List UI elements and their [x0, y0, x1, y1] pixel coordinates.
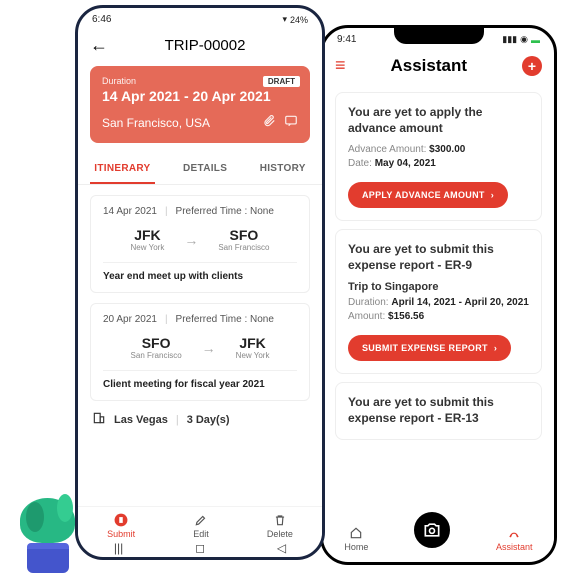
- amount-row: Amount: $156.56: [348, 311, 529, 322]
- trip-location: San Francisco, USA: [102, 116, 210, 130]
- battery-icon: ▬: [531, 35, 540, 45]
- nav-assistant[interactable]: Assistant: [496, 526, 533, 552]
- phone-ios-assistant: 9:41 ▮▮▮ ◉ ▬ ≡ Assistant + You are yet t…: [320, 25, 557, 565]
- signal-icon: ▮▮▮: [502, 34, 517, 45]
- notch: [394, 28, 484, 44]
- home-icon[interactable]: ◻: [195, 541, 205, 555]
- battery-text: 24%: [290, 15, 308, 25]
- leg-note: Client meeting for fiscal year 2021: [103, 370, 297, 390]
- attachment-icon[interactable]: [262, 114, 276, 131]
- leg-to: SFO San Francisco: [218, 227, 269, 252]
- leg-note: Year end meet up with clients: [103, 262, 297, 282]
- tabs: ITINERARY DETAILS HISTORY: [78, 155, 322, 185]
- submit-button[interactable]: Submit: [107, 513, 135, 539]
- leg-date: 14 Apr 2021: [103, 206, 157, 217]
- chevron-right-icon: ›: [491, 190, 494, 200]
- delete-button[interactable]: Delete: [267, 513, 293, 539]
- nav-home[interactable]: Home: [344, 526, 368, 552]
- tab-details[interactable]: DETAILS: [179, 155, 231, 184]
- duration-row: Duration: April 14, 2021 - April 20, 202…: [348, 297, 529, 308]
- add-button[interactable]: +: [522, 56, 542, 76]
- tab-itinerary[interactable]: ITINERARY: [90, 155, 154, 184]
- card-heading: You are yet to submit this expense repor…: [348, 242, 529, 273]
- leg-from: JFK New York: [131, 227, 165, 252]
- camera-fab[interactable]: [411, 509, 453, 551]
- wifi-icon: ◉: [520, 34, 528, 45]
- chevron-right-icon: ›: [494, 343, 497, 353]
- app-bar: ← TRIP-00002: [78, 29, 322, 66]
- tab-history[interactable]: HISTORY: [256, 155, 310, 184]
- hotel-icon: [92, 411, 106, 428]
- decorative-plant: [20, 498, 75, 573]
- back-nav-icon[interactable]: ◁: [277, 541, 286, 555]
- assistant-card-report-er9: You are yet to submit this expense repor…: [335, 229, 542, 374]
- assistant-card-report-er13: You are yet to submit this expense repor…: [335, 382, 542, 439]
- status-bar: 6:46 ▾ 24%: [78, 8, 322, 29]
- card-heading: You are yet to submit this expense repor…: [348, 395, 529, 426]
- wifi-icon: ▾: [282, 14, 287, 25]
- hotel-city: Las Vegas: [114, 414, 168, 426]
- status-time: 9:41: [337, 34, 356, 45]
- apply-advance-button[interactable]: APPLY ADVANCE AMOUNT ›: [348, 182, 508, 208]
- leg-from: SFO San Francisco: [131, 335, 182, 360]
- card-heading: You are yet to apply the advance amount: [348, 105, 529, 136]
- leg-date: 20 Apr 2021: [103, 314, 157, 325]
- leg-preferred-time: Preferred Time : None: [176, 314, 274, 325]
- arrow-right-icon: →: [184, 232, 198, 248]
- edit-button[interactable]: Edit: [193, 513, 209, 539]
- arrow-right-icon: →: [202, 340, 216, 356]
- hotel-row[interactable]: Las Vegas | 3 Day(s): [92, 411, 308, 428]
- report-subtitle: Trip to Singapore: [348, 281, 529, 293]
- recents-icon[interactable]: |||: [114, 541, 123, 555]
- phone-android-trip: 6:46 ▾ 24% ← TRIP-00002 Duration 14 Apr …: [75, 5, 325, 560]
- status-icons: ▾ 24%: [282, 14, 308, 25]
- trip-hero-card: Duration 14 Apr 2021 - 20 Apr 2021 DRAFT…: [90, 66, 310, 143]
- status-time: 6:46: [92, 14, 111, 25]
- submit-report-button[interactable]: SUBMIT EXPENSE REPORT ›: [348, 335, 511, 361]
- advance-date-row: Date: May 04, 2021: [348, 158, 529, 169]
- page-title: Assistant: [344, 56, 514, 76]
- leg-preferred-time: Preferred Time : None: [176, 206, 274, 217]
- page-title: TRIP-00002: [100, 37, 310, 54]
- status-icons: ▮▮▮ ◉ ▬: [502, 34, 540, 45]
- android-nav: ||| ◻ ◁: [78, 541, 322, 555]
- flight-card-return[interactable]: 20 Apr 2021 | Preferred Time : None SFO …: [90, 303, 310, 401]
- bottom-nav: Home Assistant: [323, 520, 554, 558]
- leg-to: JFK New York: [236, 335, 270, 360]
- status-badge: DRAFT: [263, 76, 300, 87]
- flight-card-outbound[interactable]: 14 Apr 2021 | Preferred Time : None JFK …: [90, 195, 310, 293]
- hotel-nights: 3 Day(s): [187, 414, 230, 426]
- assistant-card-advance: You are yet to apply the advance amount …: [335, 92, 542, 221]
- bottom-bar: Submit Edit Delete: [78, 506, 322, 541]
- advance-amount-row: Advance Amount: $300.00: [348, 144, 529, 155]
- comment-icon[interactable]: [284, 114, 298, 131]
- app-header: ≡ Assistant +: [323, 49, 554, 84]
- trip-dates: 14 Apr 2021 - 20 Apr 2021: [102, 88, 298, 104]
